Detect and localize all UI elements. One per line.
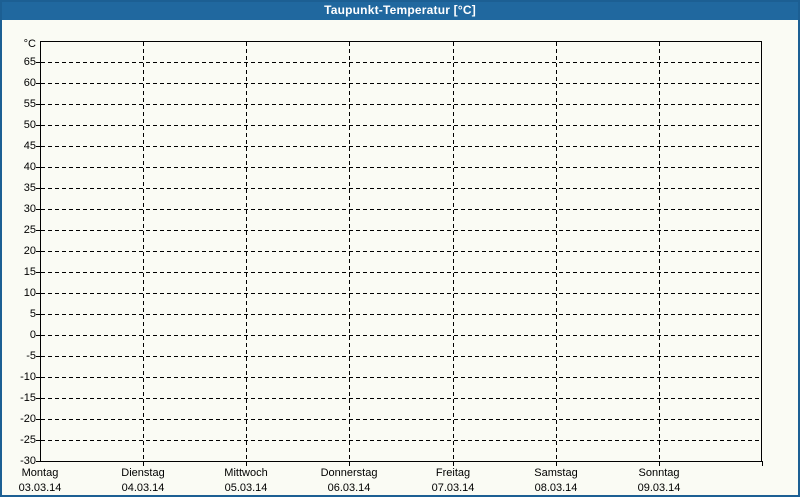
y-tick-label: 30: [23, 203, 36, 215]
y-axis-unit-label: °C: [23, 38, 36, 50]
h-gridline: [41, 272, 761, 273]
h-gridline: [41, 104, 761, 105]
h-gridline: [41, 398, 761, 399]
x-day-label: Samstag: [534, 467, 578, 479]
y-tick-mark: [36, 146, 40, 147]
y-tick-mark: [36, 377, 40, 378]
v-gridline: [246, 42, 247, 461]
x-day-label: Donnerstag: [320, 467, 378, 479]
y-tick-label: -15: [20, 392, 36, 404]
plot-area: [40, 41, 762, 462]
x-tick-mark: [659, 461, 660, 466]
y-tick-mark: [36, 293, 40, 294]
y-tick-mark: [36, 398, 40, 399]
h-gridline: [41, 293, 761, 294]
chart-window: Taupunkt-Temperatur [°C] °C 65 60 55 50 45 40…: [0, 0, 800, 497]
y-tick-mark: [36, 104, 40, 105]
y-tick-mark: [36, 419, 40, 420]
y-tick-mark: [36, 230, 40, 231]
y-tick-label: 55: [23, 98, 36, 110]
y-tick-label: 0: [29, 329, 36, 341]
x-day-label: Dienstag: [121, 467, 165, 479]
h-gridline: [41, 146, 761, 147]
y-tick-label: 50: [23, 119, 36, 131]
x-tick-mark: [246, 461, 247, 466]
x-date-label: 07.03.14: [431, 482, 475, 494]
y-tick-mark: [36, 461, 40, 462]
y-tick-label: -30: [20, 455, 36, 467]
y-tick-mark: [36, 125, 40, 126]
x-tick-mark: [556, 461, 557, 466]
y-tick-mark: [36, 440, 40, 441]
h-gridline: [41, 335, 761, 336]
h-gridline: [41, 167, 761, 168]
x-date-label: 04.03.14: [121, 482, 165, 494]
y-tick-mark: [36, 314, 40, 315]
h-gridline: [41, 377, 761, 378]
x-date-label: 06.03.14: [327, 482, 371, 494]
y-tick-label: -25: [20, 434, 36, 446]
y-tick-mark: [36, 167, 40, 168]
y-tick-mark: [36, 272, 40, 273]
h-gridline: [41, 188, 761, 189]
y-tick-mark: [36, 83, 40, 84]
h-gridline: [41, 440, 761, 441]
x-tick-mark: [143, 461, 144, 466]
v-gridline: [349, 42, 350, 461]
chart-title: Taupunkt-Temperatur [°C]: [324, 3, 476, 17]
x-date-label: 03.03.14: [18, 482, 62, 494]
y-tick-label: 15: [23, 266, 36, 278]
y-tick-label: 35: [23, 182, 36, 194]
v-gridline: [556, 42, 557, 461]
title-bar: Taupunkt-Temperatur [°C]: [0, 0, 800, 20]
h-gridline: [41, 62, 761, 63]
x-date-label: 08.03.14: [534, 482, 578, 494]
x-tick-mark: [349, 461, 350, 466]
x-day-label: Freitag: [435, 467, 471, 479]
h-gridline: [41, 314, 761, 315]
y-tick-label: -5: [26, 350, 36, 362]
h-gridline: [41, 230, 761, 231]
h-gridline: [41, 251, 761, 252]
y-tick-label: 60: [23, 77, 36, 89]
y-tick-label: -20: [20, 413, 36, 425]
h-gridline: [41, 209, 761, 210]
y-tick-label: -10: [20, 371, 36, 383]
x-tick-mark: [453, 461, 454, 466]
v-gridline: [659, 42, 660, 461]
v-gridline: [453, 42, 454, 461]
y-tick-label: 65: [23, 56, 36, 68]
x-day-label: Sonntag: [638, 467, 680, 479]
y-tick-label: 5: [29, 308, 36, 320]
h-gridline: [41, 83, 761, 84]
y-tick-mark: [36, 62, 40, 63]
x-day-label: Montag: [21, 467, 59, 479]
y-tick-mark: [36, 188, 40, 189]
x-day-label: Mittwoch: [224, 467, 268, 479]
h-gridline: [41, 356, 761, 357]
x-date-label: 09.03.14: [637, 482, 681, 494]
x-date-label: 05.03.14: [224, 482, 268, 494]
y-tick-label: 40: [23, 161, 36, 173]
x-tick-mark: [762, 461, 763, 466]
h-gridline: [41, 125, 761, 126]
y-tick-mark: [36, 209, 40, 210]
y-tick-label: 20: [23, 245, 36, 257]
y-tick-mark: [36, 251, 40, 252]
h-gridline: [41, 419, 761, 420]
y-tick-label: 45: [23, 140, 36, 152]
y-tick-label: 25: [23, 224, 36, 236]
y-tick-mark: [36, 356, 40, 357]
y-tick-label: 10: [23, 287, 36, 299]
v-gridline: [143, 42, 144, 461]
y-tick-mark: [36, 335, 40, 336]
